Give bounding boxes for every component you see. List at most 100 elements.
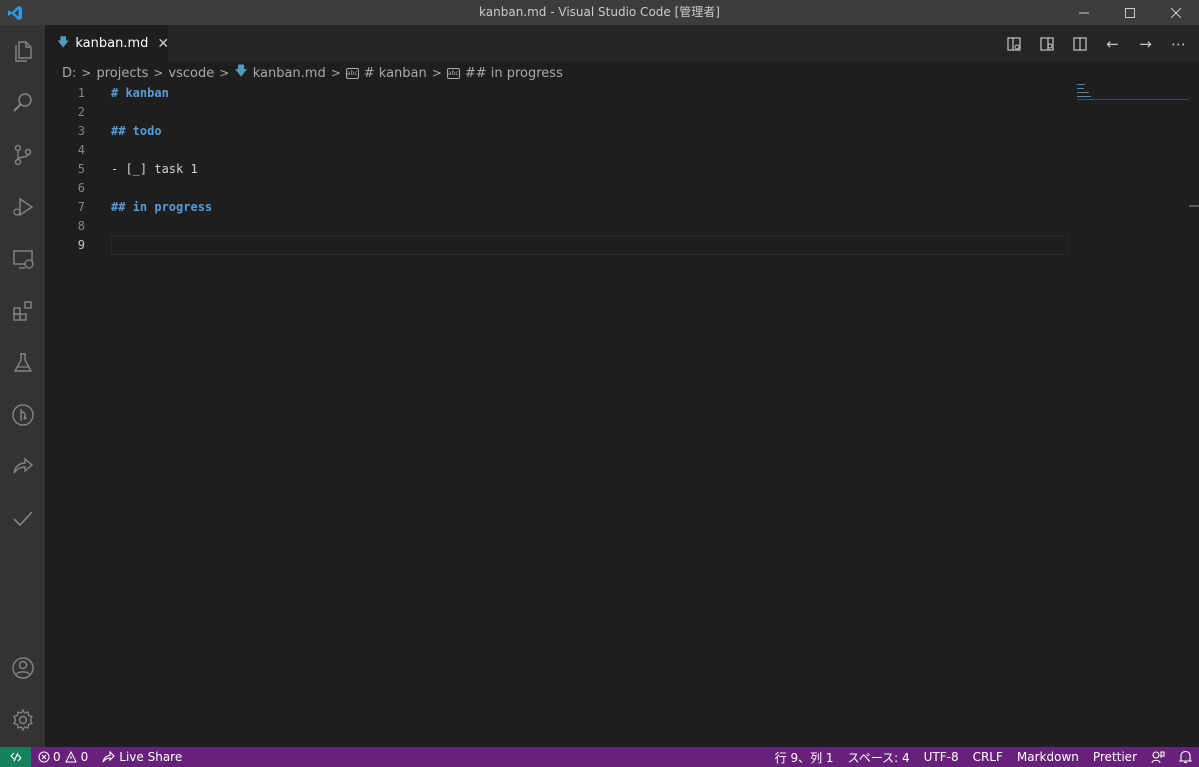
editor-line[interactable]: 7 ## in progress [45, 198, 1069, 217]
vscode-logo-icon[interactable] [0, 0, 30, 25]
feedback-button[interactable] [1144, 747, 1172, 767]
encoding-button[interactable]: UTF-8 [917, 747, 966, 767]
maximize-icon [1125, 7, 1135, 18]
breadcrumb-symbol-kanban[interactable]: # kanban [364, 66, 427, 81]
settings-gear-icon [12, 708, 33, 732]
editor-line[interactable]: 2 [45, 103, 1069, 122]
activity-explorer[interactable] [0, 25, 45, 77]
indentation-button[interactable]: スペース: 4 [841, 747, 917, 767]
line-text: - [_] task 1 [111, 162, 198, 176]
breadcrumb-drive[interactable]: D: [62, 66, 76, 81]
notifications-button[interactable] [1172, 747, 1199, 767]
go-forward-button[interactable]: → [1129, 25, 1162, 62]
live-share-label: Live Share [119, 750, 183, 764]
activity-git-graph[interactable] [0, 389, 45, 441]
line-text: # kanban [111, 86, 169, 100]
account-icon [11, 657, 34, 679]
breadcrumb: D: > projects > vscode > 🡇 kanban.md > a… [45, 62, 1199, 84]
language-mode-button[interactable]: Markdown [1010, 747, 1086, 767]
problems-button[interactable]: 0 0 [31, 747, 95, 767]
string-symbol-icon: abc [446, 67, 460, 79]
scrollbar-cursor-indicator [1189, 205, 1199, 207]
activity-todo[interactable] [0, 493, 45, 545]
title-bar: kanban.md - Visual Studio Code [管理者] [0, 0, 1199, 25]
open-preview-side-button[interactable] [1030, 25, 1063, 62]
preview-side-icon [1039, 36, 1054, 51]
split-editor-icon [1072, 36, 1087, 51]
activity-remote-explorer[interactable] [0, 233, 45, 285]
editor-line[interactable]: 4 [45, 141, 1069, 160]
testing-icon [13, 353, 32, 372]
close-window-button[interactable] [1153, 0, 1199, 25]
minimap-line [1077, 92, 1089, 93]
activity-accounts[interactable] [0, 642, 45, 694]
line-number: 7 [77, 200, 85, 214]
activity-run-debug[interactable] [0, 181, 45, 233]
line-text: ## in progress [111, 200, 213, 214]
activity-testing[interactable] [0, 337, 45, 389]
editor-area[interactable]: 1 # kanban 2 3 ## todo 4 5 - [_] task 1 … [45, 84, 1199, 747]
cursor-position-button[interactable]: 行 9、列 1 [768, 747, 841, 767]
line-number: 1 [77, 86, 85, 100]
source-control-icon [14, 144, 31, 166]
remote-explorer-icon [12, 250, 34, 269]
eol-button[interactable]: CRLF [966, 747, 1010, 767]
status-bar: 0 0 Live Share 行 9、列 1 スペース: 4 UTF-8 CRL… [0, 747, 1199, 767]
arrow-left-icon: ← [1106, 34, 1119, 53]
editor-line[interactable]: 6 [45, 179, 1069, 198]
activity-live-share[interactable] [0, 441, 45, 493]
tab-label: kanban.md [75, 36, 149, 51]
live-share-icon [102, 751, 116, 763]
activity-extensions[interactable] [0, 285, 45, 337]
more-actions-button[interactable]: ⋯ [1162, 25, 1195, 62]
run-debug-icon [12, 197, 33, 217]
minimize-icon [1079, 12, 1089, 13]
chevron-right-icon: > [330, 66, 341, 80]
open-preview-icon [1006, 36, 1021, 51]
window-title: kanban.md - Visual Studio Code [管理者] [479, 5, 720, 19]
git-graph-icon [11, 404, 34, 426]
live-share-icon [12, 457, 33, 474]
feedback-icon [1151, 751, 1165, 764]
tab-bar: 🡇 kanban.md ✕ ← → ⋯ [45, 25, 1199, 62]
tab-close-icon[interactable]: ✕ [157, 36, 169, 52]
go-back-button[interactable]: ← [1096, 25, 1129, 62]
editor-line[interactable]: 1 # kanban [45, 84, 1069, 103]
search-icon [12, 93, 32, 112]
split-editor-button[interactable] [1063, 25, 1096, 62]
files-icon [14, 41, 32, 62]
remote-indicator-button[interactable] [0, 747, 31, 767]
editor-line[interactable]: 5 - [_] task 1 [45, 160, 1069, 179]
live-share-button[interactable]: Live Share [95, 747, 189, 767]
line-text: ## todo [111, 124, 162, 138]
editor-line[interactable]: 8 [45, 217, 1069, 236]
line-number: 2 [77, 105, 85, 119]
line-number: 9 [77, 238, 85, 252]
tab-kanban-md[interactable]: 🡇 kanban.md ✕ [45, 25, 169, 62]
breadcrumb-vscode[interactable]: vscode [168, 66, 214, 81]
breadcrumb-projects[interactable]: projects [96, 66, 148, 81]
breadcrumb-file[interactable]: kanban.md [253, 66, 326, 81]
chevron-right-icon: > [431, 66, 442, 80]
minimap-slider[interactable] [1077, 99, 1189, 100]
line-number: 6 [77, 181, 85, 195]
chevron-right-icon: > [81, 66, 92, 80]
maximize-button[interactable] [1107, 0, 1153, 25]
extensions-icon [12, 301, 32, 321]
bell-icon [1179, 750, 1192, 764]
markdown-icon: 🡇 [234, 64, 248, 79]
arrow-right-icon: → [1139, 34, 1152, 53]
breadcrumb-symbol-in-progress[interactable]: ## in progress [465, 66, 563, 81]
prettier-button[interactable]: Prettier [1086, 747, 1144, 767]
editor-line[interactable]: 9 [45, 236, 1069, 255]
todo-check-icon [12, 511, 33, 527]
activity-source-control[interactable] [0, 129, 45, 181]
minimize-button[interactable] [1061, 0, 1107, 25]
markdown-icon: 🡇 [57, 35, 70, 49]
minimap[interactable] [1077, 84, 1187, 100]
close-icon [1171, 7, 1181, 18]
activity-search[interactable] [0, 77, 45, 129]
open-preview-button[interactable] [997, 25, 1030, 62]
activity-manage[interactable] [0, 694, 45, 746]
editor-line[interactable]: 3 ## todo [45, 122, 1069, 141]
